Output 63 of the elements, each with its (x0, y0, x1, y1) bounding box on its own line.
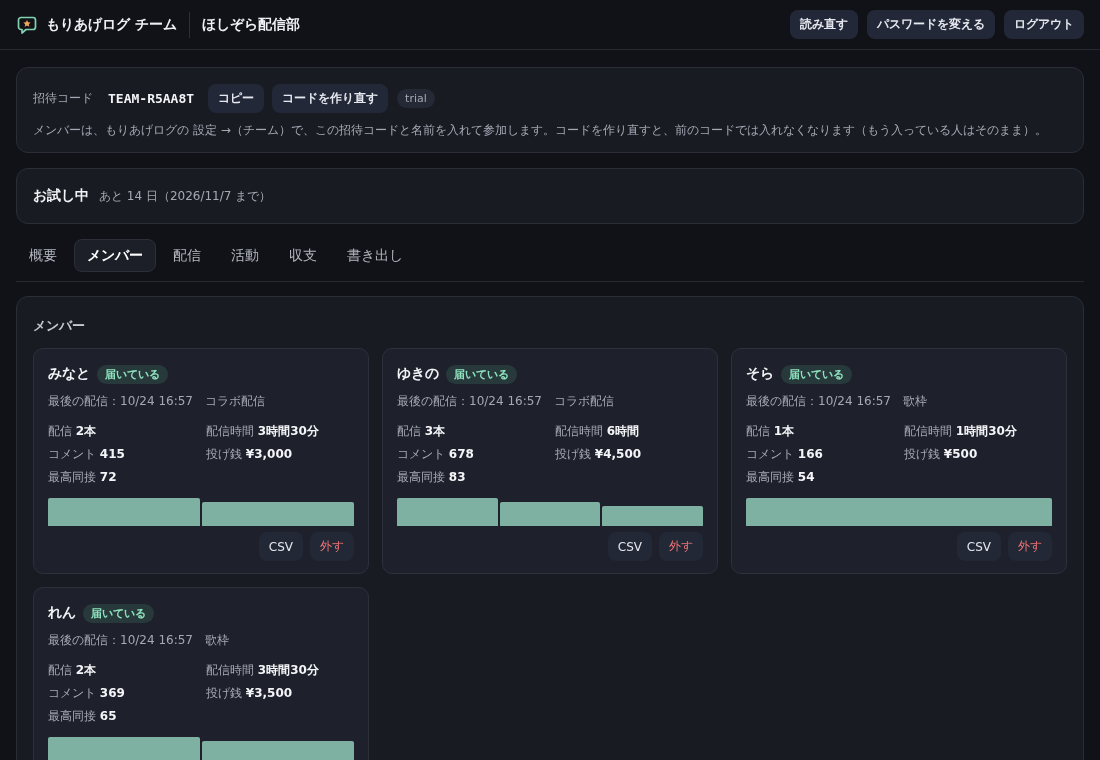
stat-text: 配信時間 3時間30分 (206, 662, 320, 678)
reload-button[interactable]: 読み直す (790, 10, 858, 39)
last-stream-time: 最後の配信：10/24 16:57 (48, 632, 193, 649)
tab[interactable]: 活動 (218, 239, 272, 272)
csv-button[interactable]: CSV (956, 532, 1001, 561)
stat-text: 投げ銭 ¥500 (904, 446, 979, 462)
regenerate-code-button[interactable]: コードを作り直す (272, 84, 389, 113)
stat-text: 配信 3本 (397, 423, 447, 439)
member-name: そら (746, 365, 774, 383)
stream-type: 歌枠 (205, 632, 229, 649)
invite-code-label: 招待コード (33, 90, 93, 107)
stat-text: 最高同接 54 (746, 469, 816, 485)
invite-code: TEAM-R5AA8T (108, 91, 195, 106)
stat-text: コメント 369 (48, 685, 126, 701)
status-badge: 届いている (446, 364, 517, 384)
member-name: れん (48, 604, 76, 622)
last-stream-time: 最後の配信：10/24 16:57 (48, 393, 193, 410)
stat-text: 投げ銭 ¥3,500 (206, 685, 294, 701)
stat-text: 配信時間 6時間 (555, 423, 641, 439)
member-name: みなと (48, 365, 90, 383)
tab[interactable]: 概要 (16, 239, 70, 272)
status-badge: 届いている (97, 364, 168, 384)
chat-star-icon (17, 14, 37, 35)
status-badge: 届いている (781, 364, 852, 384)
stat-text: コメント 678 (397, 446, 475, 462)
tab[interactable]: メンバー (74, 239, 156, 272)
remove-button[interactable]: 外す (659, 532, 703, 561)
remove-button[interactable]: 外す (310, 532, 354, 561)
last-stream-time: 最後の配信：10/24 16:57 (746, 393, 891, 410)
member-name: ゆきの (397, 365, 439, 383)
stat-text: 最高同接 83 (397, 469, 467, 485)
status-badge: 届いている (83, 603, 154, 623)
trial-title: お試し中 (33, 187, 89, 205)
stat-text: 最高同接 72 (48, 469, 118, 485)
app-name: もりあげログ チーム (46, 15, 177, 34)
change-password-button[interactable]: パスワードを変える (867, 10, 995, 39)
stat-text: 配信 2本 (48, 423, 98, 439)
stat-text: 配信 1本 (746, 423, 796, 439)
stat-text: 配信 2本 (48, 662, 98, 678)
stat-text: 配信時間 3時間30分 (206, 423, 320, 439)
plan-badge: trial (397, 89, 435, 108)
stream-type: コラボ配信 (205, 393, 265, 410)
invite-note: メンバーは、もりあげログの 設定 →（チーム）で、この招待コードと名前を入れて参加します。コードを作り直すと、前のコードでは入れなくなります（もう入っている人はそのまま）。 (33, 122, 1048, 138)
stat-text: コメント 166 (746, 446, 824, 462)
stat-text: 投げ銭 ¥3,000 (206, 446, 294, 462)
remove-button[interactable]: 外す (1008, 532, 1052, 561)
team-name: ほしぞら配信部 (201, 15, 300, 34)
stream-type: コラボ配信 (554, 393, 614, 410)
stream-type: 歌枠 (903, 393, 927, 410)
stat-text: 最高同接 65 (48, 708, 118, 724)
last-stream-time: 最後の配信：10/24 16:57 (397, 393, 542, 410)
stat-text: 配信時間 1時間30分 (904, 423, 1018, 439)
tab[interactable]: 配信 (160, 239, 214, 272)
stat-text: 投げ銭 ¥4,500 (555, 446, 643, 462)
csv-button[interactable]: CSV (607, 532, 652, 561)
tab[interactable]: 収支 (276, 239, 330, 272)
stat-text: コメント 415 (48, 446, 126, 462)
csv-button[interactable]: CSV (258, 532, 303, 561)
tab[interactable]: 書き出し (334, 239, 416, 272)
copy-button[interactable]: コピー (208, 84, 265, 113)
panel-title: メンバー (33, 317, 86, 335)
trial-remaining: あと 14 日（2026/11/7 まで） (99, 187, 272, 205)
logout-button[interactable]: ログアウト (1004, 10, 1084, 39)
